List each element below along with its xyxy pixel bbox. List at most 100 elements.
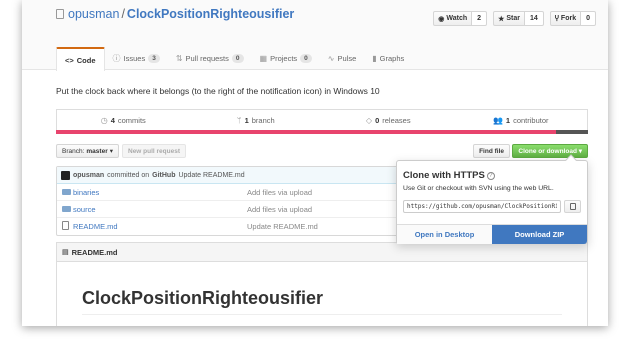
branches-count: 1 bbox=[244, 115, 249, 125]
watch-action: ◉ Watch 2 bbox=[433, 11, 488, 26]
tab-graphs[interactable]: ▮ Graphs bbox=[364, 47, 412, 70]
graph-icon: ▮ bbox=[372, 54, 377, 63]
language-bar[interactable] bbox=[56, 130, 588, 134]
people-icon: 👥 bbox=[492, 115, 503, 125]
star-action: ★ Star 14 bbox=[493, 11, 544, 26]
tag-icon: ◇ bbox=[365, 115, 373, 125]
clipboard-icon bbox=[569, 203, 576, 210]
pulse-icon: ∿ bbox=[327, 54, 335, 63]
browser-frame: opusman / ClockPositionRighteousifier ◉ Wat… bbox=[22, 0, 608, 326]
fork-button[interactable]: Ⴤ Fork bbox=[549, 11, 582, 26]
clone-popover: Clone with HTTPS? Use Git or checkout wi… bbox=[396, 154, 588, 244]
clone-title-text: Clone with HTTPS bbox=[403, 170, 485, 181]
help-icon[interactable]: ? bbox=[486, 172, 495, 180]
repo-owner-link[interactable]: opusman bbox=[68, 7, 119, 21]
repo-nav: <> Code ⓘ Issues 3 ⇅ Pull requests 0 ▦ Project… bbox=[56, 47, 412, 71]
clone-download-button[interactable]: Clone or download ▾ bbox=[512, 144, 588, 158]
repo-actions: ◉ Watch 2 ★ Star 14 Ⴤ Fork 0 bbox=[433, 11, 596, 26]
contributors-link[interactable]: 👥 1 contributor bbox=[455, 110, 588, 130]
file-commit-message[interactable]: Update README.md bbox=[247, 222, 318, 231]
star-label: Star bbox=[506, 15, 520, 22]
branch-prefix: Branch: bbox=[62, 147, 85, 155]
releases-label: releases bbox=[382, 115, 411, 125]
chevron-down-icon: ▾ bbox=[109, 148, 113, 155]
commits-count: 4 bbox=[110, 115, 115, 125]
clone-label: Clone or download bbox=[518, 147, 577, 155]
repo-icon bbox=[56, 9, 64, 19]
commit-platform: GitHub bbox=[152, 171, 176, 179]
star-icon: ★ bbox=[498, 15, 505, 23]
fork-action: Ⴤ Fork 0 bbox=[549, 11, 596, 26]
copy-url-button[interactable] bbox=[564, 200, 581, 213]
numbers-summary: ◷ 4 commits ᛘ 1 branch ◇ 0 releases 👥 1 contribu… bbox=[56, 109, 588, 130]
contributors-count: 1 bbox=[505, 115, 511, 125]
issue-icon: ⓘ bbox=[112, 54, 121, 63]
readme-header: ▤ README.md bbox=[57, 243, 587, 262]
clone-url-input[interactable] bbox=[403, 200, 561, 213]
repo-separator: / bbox=[121, 7, 125, 21]
language-segment bbox=[56, 130, 557, 134]
readme-filename: README.md bbox=[71, 247, 118, 257]
new-pull-request-button[interactable]: New pull request bbox=[122, 144, 187, 158]
tab-pulse[interactable]: ∿ Pulse bbox=[320, 47, 364, 70]
contributors-label: contributor bbox=[513, 115, 549, 125]
repo-description: Put the clock back where it belongs (to … bbox=[56, 86, 380, 96]
commit-message[interactable]: Update README.md bbox=[178, 172, 244, 179]
clone-subtitle: Use Git or checkout with SVN using the w… bbox=[403, 185, 554, 192]
open-in-desktop-button[interactable]: Open in Desktop bbox=[397, 225, 492, 244]
fork-icon: Ⴤ bbox=[554, 15, 559, 23]
tab-issues[interactable]: ⓘ Issues 3 bbox=[105, 47, 168, 70]
releases-count: 0 bbox=[375, 115, 380, 125]
file-commit-message[interactable]: Add files via upload bbox=[247, 205, 312, 214]
tab-code[interactable]: <> Code bbox=[56, 47, 105, 71]
commit-author[interactable]: opusman bbox=[73, 172, 104, 179]
branches-label: branch bbox=[251, 115, 275, 125]
avatar[interactable] bbox=[61, 170, 70, 180]
clone-actions: Open in Desktop Download ZIP bbox=[397, 224, 587, 244]
folder-icon bbox=[62, 188, 71, 197]
projects-count-badge: 0 bbox=[300, 54, 312, 63]
commits-label: commits bbox=[117, 115, 146, 125]
branches-link[interactable]: ᛘ 1 branch bbox=[190, 110, 323, 130]
tab-label: Issues bbox=[123, 54, 146, 63]
clone-title: Clone with HTTPS? bbox=[403, 170, 495, 181]
fork-count[interactable]: 0 bbox=[581, 11, 596, 26]
code-icon: <> bbox=[65, 55, 74, 65]
commit-verb: committed on bbox=[107, 171, 150, 179]
fork-label: Fork bbox=[560, 15, 577, 22]
history-icon: ◷ bbox=[100, 115, 108, 125]
tab-label: Code bbox=[76, 55, 96, 65]
book-icon: ▤ bbox=[62, 249, 69, 256]
star-count[interactable]: 14 bbox=[524, 11, 544, 26]
eye-icon: ◉ bbox=[438, 15, 445, 23]
tab-label: Projects bbox=[270, 54, 298, 63]
commits-link[interactable]: ◷ 4 commits bbox=[57, 110, 190, 130]
file-commit-message[interactable]: Add files via upload bbox=[247, 188, 312, 197]
folder-icon bbox=[62, 205, 71, 214]
issues-count-badge: 3 bbox=[148, 54, 160, 63]
chevron-down-icon: ▾ bbox=[578, 148, 582, 155]
branch-icon: ᛘ bbox=[236, 115, 242, 125]
file-name-link[interactable]: binaries bbox=[73, 188, 99, 197]
tab-label: Pull requests bbox=[185, 54, 229, 63]
repo-header: opusman / ClockPositionRighteousifier ◉ Wat… bbox=[22, 0, 608, 71]
star-button[interactable]: ★ Star bbox=[493, 11, 525, 26]
watch-label: Watch bbox=[446, 15, 468, 22]
tab-label: Graphs bbox=[379, 54, 405, 63]
branch-select-button[interactable]: Branch: master ▾ bbox=[56, 144, 119, 158]
file-name-link[interactable]: source bbox=[73, 205, 96, 214]
tab-pull-requests[interactable]: ⇅ Pull requests 0 bbox=[168, 47, 252, 70]
tab-label: Pulse bbox=[337, 54, 357, 63]
releases-link[interactable]: ◇ 0 releases bbox=[322, 110, 455, 130]
download-zip-button[interactable]: Download ZIP bbox=[492, 225, 587, 244]
tab-projects[interactable]: ▦ Projects 0 bbox=[252, 47, 320, 70]
repo-name-link[interactable]: ClockPositionRighteousifier bbox=[127, 7, 294, 21]
find-file-button[interactable]: Find file bbox=[473, 144, 510, 158]
watch-button[interactable]: ◉ Watch bbox=[433, 11, 473, 26]
file-name-link[interactable]: README.md bbox=[73, 222, 118, 231]
branch-name: master bbox=[86, 147, 108, 155]
language-segment bbox=[556, 130, 588, 134]
pull-request-icon: ⇅ bbox=[175, 54, 183, 63]
readme-divider bbox=[82, 314, 562, 315]
watch-count[interactable]: 2 bbox=[472, 11, 488, 26]
